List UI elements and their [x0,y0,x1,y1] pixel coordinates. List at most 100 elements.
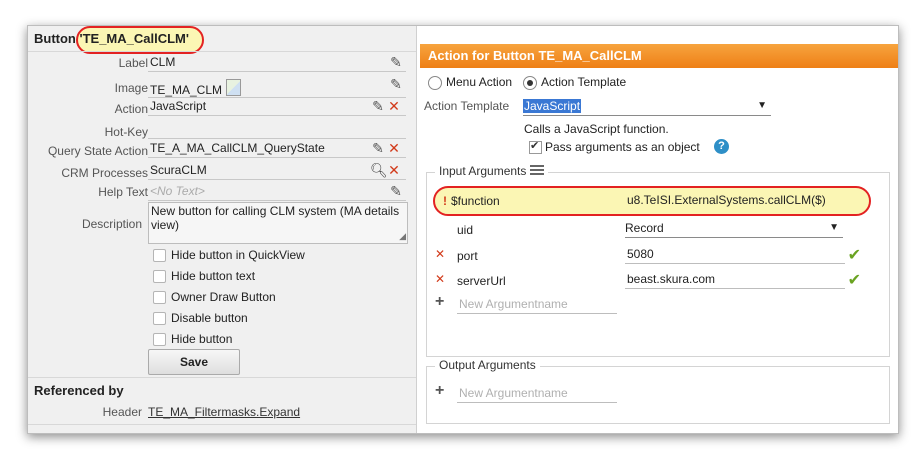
owner-draw-checkbox[interactable]: Owner Draw Button [153,289,353,307]
edit-pencil-icon[interactable]: ✎ [370,98,386,114]
delete-x-icon[interactable]: ✕ [386,162,402,178]
new-output-argument-input[interactable]: New Argumentname [457,384,617,403]
broken-image-icon [226,79,242,96]
query-state-row: Query State Action TE_A_MA_CallCLM_Query… [28,139,416,159]
argument-value[interactable]: u8.TeISI.ExternalSystems.callCLM($) [625,191,845,209]
edit-pencil-icon[interactable]: ✎ [388,76,404,92]
argument-name: uid [457,223,474,237]
list-icon[interactable] [529,165,544,177]
pass-args-checkbox[interactable] [529,139,542,154]
ref-header-link[interactable]: TE_MA_Filtermasks.Expand [148,405,300,419]
edit-pencil-icon[interactable]: ✎ [388,183,404,199]
pass-args-label: Pass arguments as an object [545,140,700,154]
hide-text-checkbox[interactable]: Hide button text [153,268,353,286]
panel-title: Button 'TE_MA_CallCLM' [34,31,189,46]
argument-row-uid: uid Record ▼ [427,219,867,241]
confirm-check-icon[interactable]: ✔ [848,245,861,265]
delete-x-icon[interactable]: ✕ [435,247,445,261]
checkbox-box[interactable] [153,333,166,346]
hotkey-field-label: Hot-Key [104,125,148,139]
hotkey-field[interactable] [148,120,406,139]
new-argument-input[interactable]: New Argumentname [457,295,617,314]
divider [28,377,416,378]
label-field-label: Label [118,56,148,70]
argument-value[interactable]: 5080 [625,245,845,264]
argument-row-serverurl: ✕ serverUrl beast.skura.com ✔ [427,270,867,292]
action-panel-header: Action for Button TE_MA_CallCLM [420,44,898,68]
button-name: 'TE_MA_CallCLM' [79,31,189,46]
action-panel: Action for Button TE_MA_CallCLM Menu Act… [420,44,898,433]
action-row: Action JavaScript ✎ ✕ [28,97,416,117]
chevron-down-icon[interactable]: ▼ [829,219,839,237]
output-arguments-group: Output Arguments + New Argumentname [426,358,890,424]
input-arguments-title: Input Arguments [439,164,527,178]
help-icon[interactable]: ? [714,139,729,154]
query-state-label: Query State Action [47,144,148,158]
search-icon[interactable]: 🔍︎ [370,162,388,178]
query-state-field[interactable]: TE_A_MA_CallCLM_QueryState [148,139,406,158]
referenced-by-heading: Referenced by [34,383,124,398]
add-argument-plus-icon[interactable]: + [435,293,444,311]
checkbox-label: Disable button [171,311,248,325]
checkbox-box[interactable] [153,249,166,262]
crm-processes-field[interactable]: ScuraCLM [148,161,406,180]
disable-button-checkbox[interactable]: Disable button [153,310,353,328]
image-field-label: Image [114,81,148,95]
argument-name: port [457,249,478,263]
action-field[interactable]: JavaScript [148,97,406,116]
action-field-label: Action [114,102,148,116]
checkbox-box[interactable] [153,312,166,325]
argument-value[interactable]: beast.skura.com [625,270,845,289]
chevron-down-icon[interactable]: ▼ [757,97,767,115]
resize-grip-icon[interactable]: ◢ [399,229,406,243]
template-description: Calls a JavaScript function. [524,122,669,136]
argument-row-function: ! $function u8.TeISI.ExternalSystems.cal… [427,191,867,213]
divider [28,424,416,425]
input-arguments-group: Input Arguments ! $function u8.TeISI.Ext… [426,164,890,357]
checkbox-box[interactable] [153,270,166,283]
delete-x-icon[interactable]: ✕ [386,140,402,156]
hotkey-row: Hot-Key [28,120,416,140]
description-textarea[interactable]: New button for calling CLM system (MA de… [148,202,408,244]
checkbox-label: Hide button in QuickView [171,248,305,262]
delete-x-icon[interactable]: ✕ [435,272,445,286]
delete-x-icon[interactable]: ✕ [386,98,402,114]
required-mark-icon: ! [443,194,447,208]
argument-row-port: ✕ port 5080 ✔ [427,245,867,267]
helptext-field[interactable]: <No Text> [148,182,406,201]
argument-name: serverUrl [457,274,506,288]
menu-action-label[interactable]: Menu Action [446,75,512,89]
argument-value: Record [625,221,664,235]
input-arguments-legend: Input Arguments [435,164,548,178]
menu-action-radio[interactable] [428,76,442,90]
description-label: Description [81,217,142,231]
description-text: New button for calling CLM system (MA de… [151,204,400,232]
confirm-check-icon[interactable]: ✔ [848,270,861,290]
helptext-row: Help Text <No Text> ✎ [28,182,416,202]
argument-value-select[interactable]: Record ▼ [625,219,843,238]
title-prefix: Button [34,31,76,46]
editor-window: Button 'TE_MA_CallCLM' Label CLM ✎ Image… [27,25,899,434]
image-name: TE_MA_CLM [150,83,223,97]
checkbox-label: Hide button [171,332,233,346]
image-row: Image TE_MA_CLM ✎ [28,75,416,98]
add-output-plus-icon[interactable]: + [435,382,444,400]
image-field[interactable]: TE_MA_CLM [148,79,406,98]
divider [28,51,416,52]
hide-button-checkbox[interactable]: Hide button [153,331,353,349]
action-template-radio-label[interactable]: Action Template [541,75,626,89]
edit-pencil-icon[interactable]: ✎ [388,54,404,70]
hide-quickview-checkbox[interactable]: Hide button in QuickView [153,247,353,265]
edit-pencil-icon[interactable]: ✎ [370,140,386,156]
selected-template: JavaScript [523,99,582,113]
label-row: Label CLM ✎ [28,53,416,73]
label-field[interactable]: CLM [148,53,406,72]
crm-row: CRM Processes ScuraCLM 🔍︎ ✕ [28,161,416,181]
action-template-select[interactable]: JavaScript ▼ [523,97,771,116]
output-arguments-legend: Output Arguments [435,358,540,372]
helptext-label: Help Text [98,185,148,199]
checkbox-box[interactable] [153,291,166,304]
save-button[interactable]: Save [148,349,240,375]
argument-name: $function [451,194,500,208]
action-template-radio[interactable] [523,76,537,90]
